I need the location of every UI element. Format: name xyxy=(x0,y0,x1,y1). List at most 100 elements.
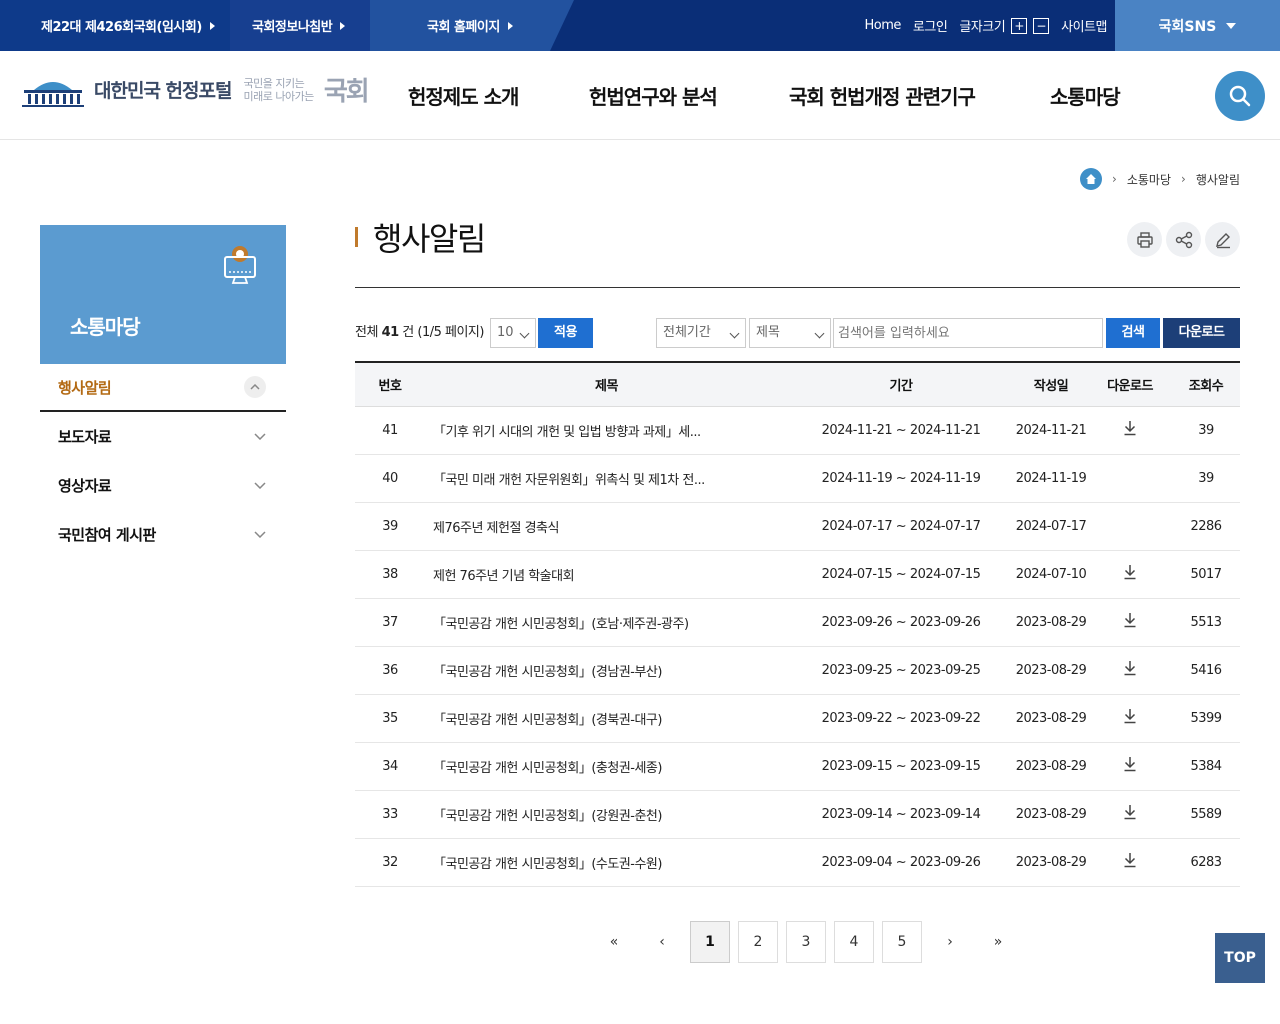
chevron-up-icon xyxy=(244,376,266,398)
logo-slogan-big: 국회 xyxy=(323,77,370,107)
table-row[interactable]: 36 「국민공감 개헌 시민공청회」(경남권-부산) 2023-09-25 ~ 20… xyxy=(355,646,1240,695)
topbar-tab-assembly-home[interactable]: 국회 홈페이지 xyxy=(427,0,513,51)
table-row[interactable]: 40 「국민 미래 개헌 자문위원회」위촉식 및 제1차 전... 2024-11-… xyxy=(355,454,1240,503)
sidebar-item-events[interactable]: 행사알림 xyxy=(40,364,286,412)
edit-button[interactable] xyxy=(1205,222,1240,257)
table-row[interactable]: 41 「기후 위기 시대의 개헌 및 입법 방향과 과제」세... 2024-11-… xyxy=(355,406,1240,455)
cell-title-link[interactable]: 「국민 미래 개헌 자문위원회」위촉식 및 제1차 전... xyxy=(425,454,788,503)
download-icon[interactable] xyxy=(1123,756,1137,776)
topbar-tab-session[interactable]: 제22대 제426회국회(임시회) xyxy=(41,0,215,51)
cell-title-link[interactable]: 「국민공감 개헌 시민공청회」(경남권-부산) xyxy=(425,646,788,695)
slogan-line: 미래로 나아가는 xyxy=(243,89,314,103)
gnb-item-constitution-intro[interactable]: 헌정제도 소개 xyxy=(408,51,519,140)
print-button[interactable] xyxy=(1127,222,1162,257)
cell-date: 2023-08-29 xyxy=(1014,790,1088,839)
cell-download xyxy=(1088,838,1172,887)
cell-views: 6283 xyxy=(1172,838,1240,887)
prev-page-button[interactable]: ‹ xyxy=(642,921,682,963)
download-icon[interactable] xyxy=(1123,804,1137,824)
cell-date: 2023-08-29 xyxy=(1014,694,1088,743)
next-page-button[interactable]: › xyxy=(930,921,970,963)
last-page-button[interactable]: » xyxy=(978,921,1018,963)
cell-period: 2023-09-15 ~ 2023-09-15 xyxy=(788,742,1014,791)
cell-date: 2023-08-29 xyxy=(1014,598,1088,647)
page-button[interactable]: 3 xyxy=(786,921,826,963)
sidebar-item-press[interactable]: 보도자료 xyxy=(40,412,286,461)
cell-number: 36 xyxy=(355,646,425,695)
sidebar-item-label: 행사알림 xyxy=(58,378,112,397)
font-decrease-button[interactable]: − xyxy=(1033,17,1050,34)
table-row[interactable]: 38 제헌 76주년 기념 학술대회 2024-07-15 ~ 2024-07-15… xyxy=(355,550,1240,599)
cell-title-link[interactable]: 「기후 위기 시대의 개헌 및 입법 방향과 과제」세... xyxy=(425,406,788,455)
font-increase-button[interactable]: + xyxy=(1011,17,1028,34)
chevron-down-icon xyxy=(254,433,266,440)
first-page-button[interactable]: « xyxy=(594,921,634,963)
per-page-select[interactable]: 10 xyxy=(490,318,536,348)
sitemap-link[interactable]: 사이트맵 xyxy=(1061,16,1107,35)
search-input[interactable] xyxy=(833,318,1103,348)
scroll-top-button[interactable]: TOP xyxy=(1215,933,1265,983)
cell-views: 2286 xyxy=(1172,502,1240,551)
download-icon[interactable] xyxy=(1123,852,1137,872)
gnb-item-communication[interactable]: 소통마당 xyxy=(1050,51,1121,140)
download-icon[interactable] xyxy=(1123,564,1137,584)
apply-button[interactable]: 적용 xyxy=(538,318,593,348)
field-select[interactable]: 제목 xyxy=(749,318,831,348)
sidebar-item-label: 보도자료 xyxy=(58,428,112,446)
table-row[interactable]: 32 「국민공감 개헌 시민공청회」(수도권-수원) 2023-09-04 ~ 20… xyxy=(355,838,1240,887)
cell-title-link[interactable]: 제헌 76주년 기념 학술대회 xyxy=(425,550,788,599)
download-icon[interactable] xyxy=(1123,660,1137,680)
table-row[interactable]: 35 「국민공감 개헌 시민공청회」(경북권-대구) 2023-09-22 ~ 20… xyxy=(355,694,1240,743)
search-button[interactable] xyxy=(1215,71,1265,121)
page-button[interactable]: 5 xyxy=(882,921,922,963)
breadcrumb-item[interactable]: 소통마당 xyxy=(1127,171,1171,188)
cell-period: 2024-11-21 ~ 2024-11-21 xyxy=(788,406,1014,455)
cell-views: 5017 xyxy=(1172,550,1240,599)
cell-views: 5513 xyxy=(1172,598,1240,647)
cell-title-link[interactable]: 제76주년 제헌절 경축식 xyxy=(425,502,788,551)
site-header: 대한민국 헌정포털 국민을 지키는 미래로 나아가는 국회 헌정제도 소개 헌법… xyxy=(0,51,1280,140)
cell-date: 2023-08-29 xyxy=(1014,646,1088,695)
home-link[interactable]: Home xyxy=(865,18,902,33)
chevron-down-icon xyxy=(814,328,825,339)
breadcrumb: › 소통마당 › 행사알림 xyxy=(1080,168,1240,190)
download-icon[interactable] xyxy=(1123,708,1137,728)
topbar-tab-label: 국회 홈페이지 xyxy=(427,20,500,35)
download-list-button[interactable]: 다운로드 xyxy=(1163,318,1240,348)
page-button-current[interactable]: 1 xyxy=(690,921,730,963)
gnb-item-amendment-bodies[interactable]: 국회 헌법개정 관련기구 xyxy=(789,51,976,140)
cell-title-link[interactable]: 「국민공감 개헌 시민공청회」(호남·제주권-광주) xyxy=(425,598,788,647)
share-button[interactable] xyxy=(1166,222,1201,257)
table-row[interactable]: 33 「국민공감 개헌 시민공청회」(강원권-춘천) 2023-09-14 ~ 20… xyxy=(355,790,1240,839)
cell-title-link[interactable]: 「국민공감 개헌 시민공청회」(강원권-춘천) xyxy=(425,790,788,839)
period-value: 전체기간 xyxy=(663,325,711,340)
cell-title-link[interactable]: 「국민공감 개헌 시민공청회」(충청권-세종) xyxy=(425,742,788,791)
site-logo[interactable]: 대한민국 헌정포털 국민을 지키는 미래로 나아가는 국회 xyxy=(20,71,370,108)
login-link[interactable]: 로그인 xyxy=(913,16,948,35)
cell-download xyxy=(1088,694,1172,743)
period-select[interactable]: 전체기간 xyxy=(656,318,746,348)
breadcrumb-item-current[interactable]: 행사알림 xyxy=(1196,171,1240,188)
topbar-tab-compass[interactable]: 국회정보나침반 xyxy=(252,0,346,51)
column-header: 기간 xyxy=(788,362,1014,407)
page-button[interactable]: 2 xyxy=(738,921,778,963)
search-submit-button[interactable]: 검색 xyxy=(1106,318,1160,348)
gnb-item-research[interactable]: 헌법연구와 분석 xyxy=(589,51,718,140)
list-filter: 전체 41 건 (1/5 페이지) 10 적용 전체기간 제목 검색 다운로드 xyxy=(355,318,1240,348)
page-button[interactable]: 4 xyxy=(834,921,874,963)
table-row[interactable]: 34 「국민공감 개헌 시민공청회」(충청권-세종) 2023-09-15 ~ 20… xyxy=(355,742,1240,791)
cell-title-link[interactable]: 「국민공감 개헌 시민공청회」(경북권-대구) xyxy=(425,694,788,743)
download-icon[interactable] xyxy=(1123,420,1137,440)
cell-title-link[interactable]: 「국민공감 개헌 시민공청회」(수도권-수원) xyxy=(425,838,788,887)
chevron-down-icon xyxy=(729,328,740,339)
table-row[interactable]: 39 제76주년 제헌절 경축식 2024-07-17 ~ 2024-07-17 20… xyxy=(355,502,1240,551)
cell-number: 39 xyxy=(355,502,425,551)
home-icon[interactable] xyxy=(1080,168,1103,190)
sidebar-item-videos[interactable]: 영상자료 xyxy=(40,461,286,510)
column-header: 조회수 xyxy=(1172,362,1240,407)
table-row[interactable]: 37 「국민공감 개헌 시민공청회」(호남·제주권-광주) 2023-09-26 ~… xyxy=(355,598,1240,647)
sidebar-item-board[interactable]: 국민참여 게시판 xyxy=(40,510,286,559)
sns-dropdown[interactable]: 국회SNS xyxy=(1115,0,1280,51)
page-tools xyxy=(1127,222,1240,257)
download-icon[interactable] xyxy=(1123,612,1137,632)
